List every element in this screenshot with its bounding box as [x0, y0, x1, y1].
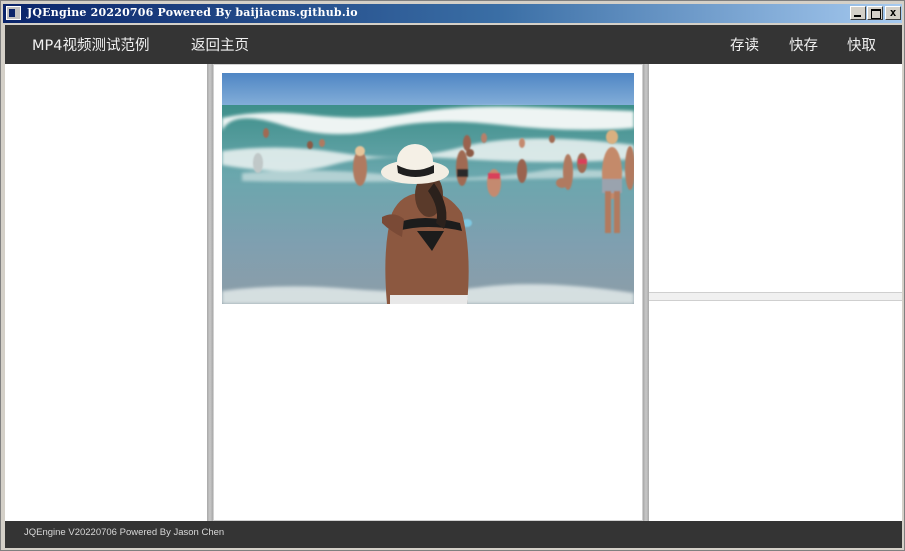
maximize-button[interactable]: [867, 6, 883, 20]
top-navbar: MP4视频测试范例 返回主页 存读 快存 快取: [5, 25, 902, 64]
status-footer: JQEngine V20220706 Powered By Jason Chen: [5, 521, 902, 548]
right-horizontal-splitter[interactable]: [649, 292, 902, 301]
app-window-icon[interactable]: [6, 6, 21, 20]
nav-quick-load-button[interactable]: 快取: [847, 25, 876, 64]
nav-page-title[interactable]: MP4视频测试范例: [32, 25, 149, 64]
window-title: JQEngine 20220706 Powered By baijiacms.g…: [27, 6, 358, 19]
nav-home-link[interactable]: 返回主页: [191, 25, 249, 64]
footer-credit-text: JQEngine V20220706 Powered By Jason Chen: [24, 527, 225, 538]
center-panel: [213, 64, 643, 521]
left-panel: [5, 64, 207, 521]
title-bar[interactable]: JQEngine 20220706 Powered By baijiacms.g…: [3, 4, 902, 23]
video-frame-beach-scene: [222, 73, 634, 304]
app-content: MP4视频测试范例 返回主页 存读 快存 快取 JQEngine V202207…: [5, 25, 902, 548]
close-icon: x: [889, 6, 897, 19]
right-panel: [649, 64, 902, 521]
close-button[interactable]: x: [885, 6, 901, 20]
application-window: JQEngine 20220706 Powered By baijiacms.g…: [0, 0, 905, 551]
minimize-button[interactable]: [850, 6, 866, 20]
video-player[interactable]: [222, 73, 634, 304]
nav-quick-save-button[interactable]: 快存: [789, 25, 818, 64]
nav-save-load-button[interactable]: 存读: [730, 25, 759, 64]
